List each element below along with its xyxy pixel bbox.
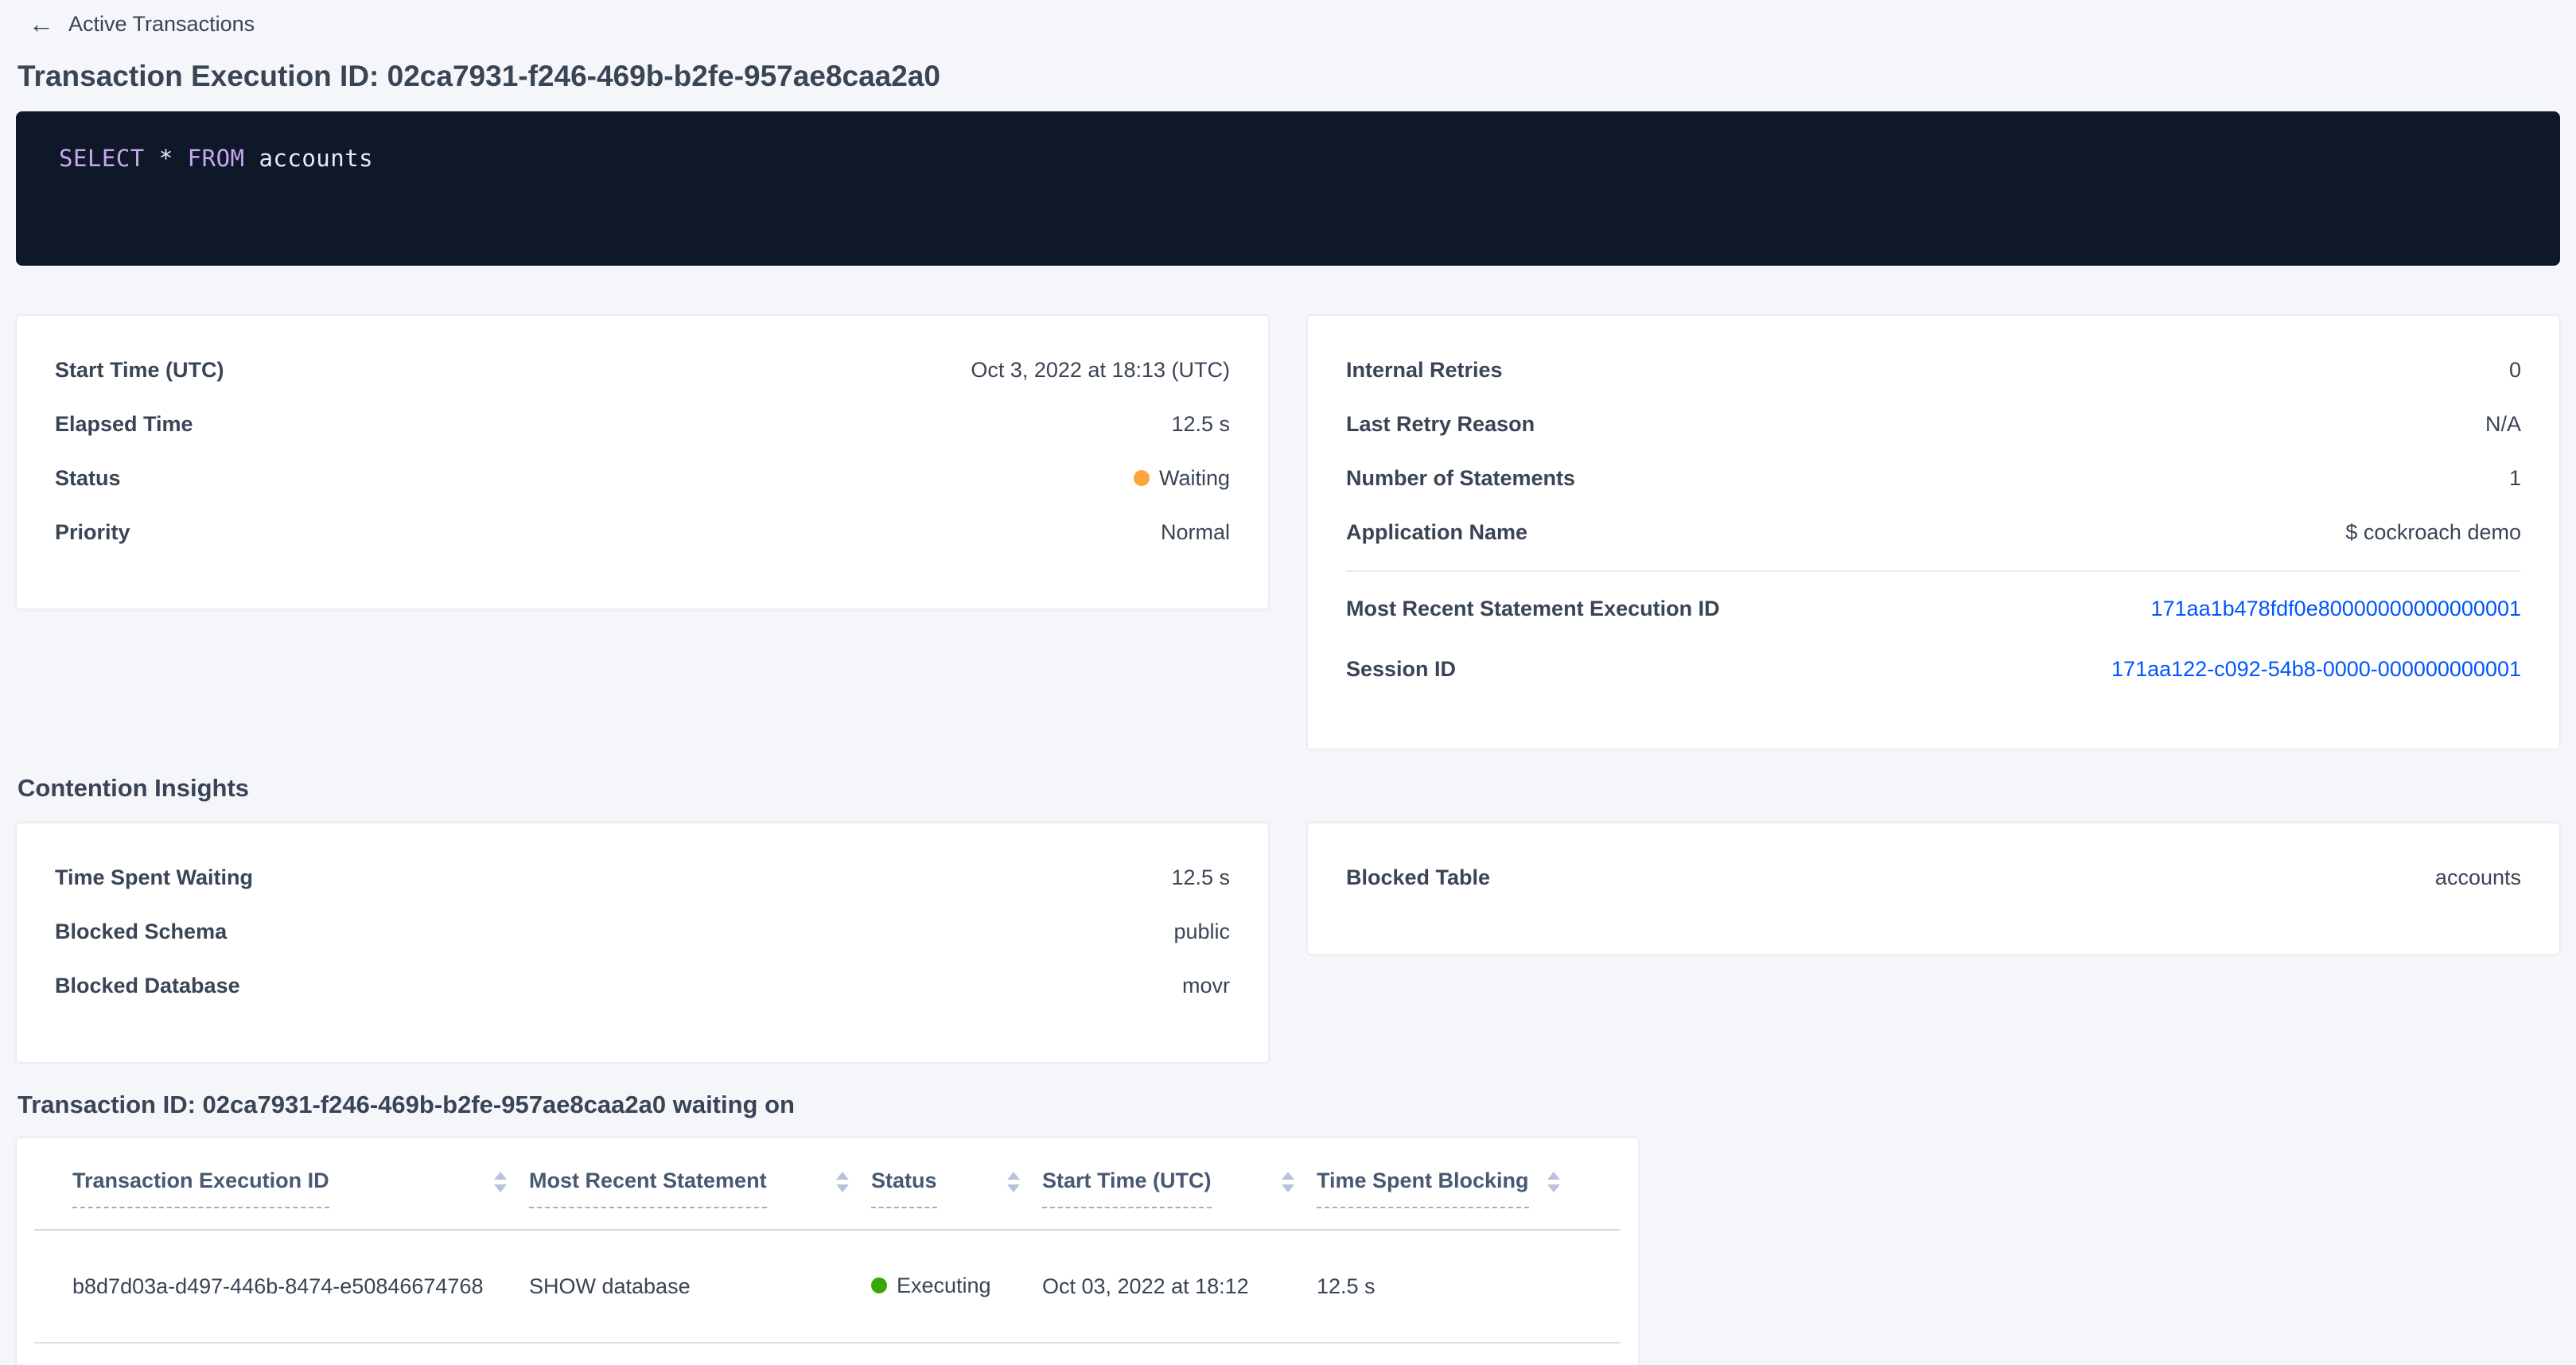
column-header-label: Transaction Execution ID — [72, 1167, 329, 1208]
row-label: Most Recent Statement Execution ID — [1346, 597, 1720, 621]
row-value: public — [1173, 920, 1230, 944]
row-value: 12.5 s — [1171, 412, 1230, 437]
row-value: Oct 3, 2022 at 18:13 (UTC) — [971, 358, 1230, 383]
row-value: movr — [1182, 974, 1230, 998]
statement-execution-id-link[interactable]: 171aa1b478fdf0e80000000000000001 — [2151, 597, 2522, 621]
status-text: Waiting — [1159, 466, 1230, 491]
row-value: 12.5 s — [1171, 865, 1230, 890]
summary-row: Blocked Database movr — [55, 959, 1230, 1013]
arrow-left-icon: ← — [29, 11, 54, 37]
sql-table-name: accounts — [245, 145, 374, 172]
summary-row: Status Waiting — [55, 451, 1230, 505]
table-row-divider — [34, 1342, 1621, 1344]
row-label: Application Name — [1346, 520, 1527, 545]
row-label: Start Time (UTC) — [55, 358, 224, 383]
row-label: Internal Retries — [1346, 358, 1503, 383]
contention-insights-heading: Contention Insights — [18, 773, 2560, 803]
waiting-on-heading: Transaction ID: 02ca7931-f246-469b-b2fe-… — [18, 1090, 2560, 1120]
status-text: Executing — [897, 1274, 991, 1298]
summary-row: Time Spent Waiting 12.5 s — [55, 850, 1230, 904]
transaction-overview-card: Start Time (UTC) Oct 3, 2022 at 18:13 (U… — [16, 315, 1269, 609]
sql-star: * — [145, 145, 188, 172]
waiting-on-table: Transaction Execution ID Most Recent Sta… — [16, 1138, 1639, 1365]
column-header-label: Most Recent Statement — [529, 1167, 767, 1208]
column-header-label: Status — [871, 1167, 937, 1208]
cell-start-time: Oct 03, 2022 at 18:12 — [1042, 1274, 1317, 1299]
column-header-label: Start Time (UTC) — [1042, 1167, 1212, 1208]
transaction-details-card: Internal Retries 0 Last Retry Reason N/A… — [1307, 315, 2560, 749]
transaction-status-value: Waiting — [1134, 466, 1230, 491]
contention-waiting-card: Time Spent Waiting 12.5 s Blocked Schema… — [16, 822, 1269, 1063]
summary-row: Priority Normal — [55, 505, 1230, 559]
row-label: Elapsed Time — [55, 412, 193, 437]
column-header-status[interactable]: Status — [871, 1167, 1042, 1208]
summary-row: Number of Statements 1 — [1346, 451, 2521, 505]
row-status-value: Executing — [871, 1274, 991, 1298]
summary-row: Last Retry Reason N/A — [1346, 397, 2521, 451]
card-divider — [1346, 570, 2521, 572]
row-value: Normal — [1161, 520, 1230, 545]
cell-transaction-execution-id: b8d7d03a-d497-446b-8474-e50846674768 — [72, 1274, 529, 1299]
row-label: Blocked Table — [1346, 865, 1490, 890]
table-header-row: Transaction Execution ID Most Recent Sta… — [17, 1167, 1638, 1208]
row-value: $ cockroach demo — [2345, 520, 2521, 545]
row-label: Number of Statements — [1346, 466, 1575, 491]
summary-row: Elapsed Time 12.5 s — [55, 397, 1230, 451]
cell-most-recent-statement: SHOW database — [529, 1274, 871, 1299]
sort-icon — [494, 1172, 507, 1192]
summary-row: Internal Retries 0 — [1346, 343, 2521, 397]
row-value: 1 — [2509, 466, 2521, 491]
column-header-label: Time Spent Blocking — [1317, 1167, 1529, 1208]
sql-statement-box: SELECT * FROM accounts — [16, 111, 2560, 266]
breadcrumb-back-link[interactable]: ← Active Transactions — [29, 10, 255, 38]
summary-row: Application Name $ cockroach demo — [1346, 505, 2521, 559]
row-label: Session ID — [1346, 657, 1456, 682]
cell-time-spent-blocking: 12.5 s — [1317, 1274, 1582, 1299]
row-label: Priority — [55, 520, 130, 545]
row-label: Blocked Database — [55, 974, 240, 998]
row-label: Status — [55, 466, 121, 491]
sort-icon — [1547, 1172, 1560, 1192]
row-value: N/A — [2485, 412, 2521, 437]
column-header-time-spent-blocking[interactable]: Time Spent Blocking — [1317, 1167, 1582, 1208]
sort-icon — [1282, 1172, 1294, 1192]
sql-keyword-select: SELECT — [59, 145, 145, 172]
summary-row: Session ID 171aa122-c092-54b8-0000-00000… — [1346, 639, 2521, 699]
sql-keyword-from: FROM — [188, 145, 245, 172]
column-header-transaction-execution-id[interactable]: Transaction Execution ID — [72, 1167, 529, 1208]
executing-status-dot — [871, 1278, 887, 1293]
waiting-status-dot — [1134, 470, 1150, 486]
row-label: Last Retry Reason — [1346, 412, 1535, 437]
session-id-link[interactable]: 171aa122-c092-54b8-0000-000000000001 — [2111, 657, 2521, 682]
row-label: Time Spent Waiting — [55, 865, 253, 890]
transaction-details-page: ← Active Transactions Transaction Execut… — [0, 0, 2576, 1365]
summary-row: Start Time (UTC) Oct 3, 2022 at 18:13 (U… — [55, 343, 1230, 397]
summary-row: Blocked Table accounts — [1346, 850, 2521, 904]
row-value: 0 — [2509, 358, 2521, 383]
column-header-most-recent-statement[interactable]: Most Recent Statement — [529, 1167, 871, 1208]
page-title: Transaction Execution ID: 02ca7931-f246-… — [18, 59, 2560, 94]
sort-icon — [836, 1172, 849, 1192]
column-header-start-time[interactable]: Start Time (UTC) — [1042, 1167, 1317, 1208]
sort-icon — [1007, 1172, 1020, 1192]
row-value: accounts — [2435, 865, 2521, 890]
table-row: b8d7d03a-d497-446b-8474-e50846674768 SHO… — [17, 1231, 1638, 1342]
row-label: Blocked Schema — [55, 920, 227, 944]
cell-status: Executing — [871, 1274, 1042, 1300]
summary-row: Blocked Schema public — [55, 904, 1230, 959]
summary-row: Most Recent Statement Execution ID 171aa… — [1346, 578, 2521, 639]
breadcrumb-label: Active Transactions — [68, 12, 255, 37]
contention-blocked-table-card: Blocked Table accounts — [1307, 822, 2560, 955]
sql-statement: SELECT * FROM accounts — [59, 145, 373, 172]
